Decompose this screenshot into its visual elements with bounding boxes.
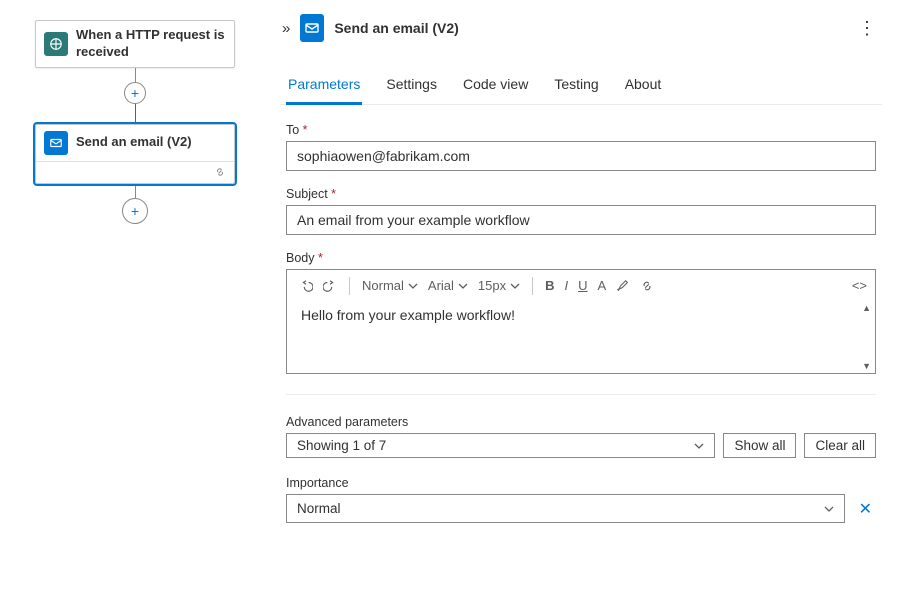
clear-all-button[interactable]: Clear all — [804, 433, 876, 458]
connector: + — [18, 68, 252, 124]
action-label: Send an email (V2) — [76, 134, 226, 151]
workflow-canvas: When a HTTP request is received + Send a… — [0, 0, 270, 600]
underline-icon[interactable]: U — [574, 276, 591, 295]
code-view-icon[interactable]: <> — [852, 278, 867, 293]
size-select[interactable]: 15px — [474, 276, 524, 295]
connection-icon — [214, 166, 226, 178]
outlook-icon — [44, 131, 68, 155]
importance-select[interactable]: Normal — [286, 494, 845, 523]
advanced-label: Advanced parameters — [286, 415, 876, 429]
advanced-params-select[interactable]: Showing 1 of 7 — [286, 433, 715, 458]
font-select[interactable]: Arial — [424, 276, 472, 295]
tab-bar: Parameters Settings Code view Testing Ab… — [280, 70, 882, 105]
connector-end: + — [18, 184, 252, 224]
divider — [286, 394, 876, 395]
highlight-icon[interactable] — [612, 277, 634, 295]
body-editor: Normal Arial 15px B I U A <> ▲ Hello fro… — [286, 269, 876, 374]
body-label: Body — [286, 251, 876, 265]
editor-toolbar: Normal Arial 15px B I U A <> — [287, 270, 875, 301]
remove-importance-icon[interactable]: ✕ — [855, 495, 876, 523]
style-select[interactable]: Normal — [358, 276, 422, 295]
add-step-end-button[interactable]: + — [122, 198, 148, 224]
scroll-down-icon: ▼ — [862, 361, 871, 371]
tab-about[interactable]: About — [623, 70, 664, 104]
italic-icon[interactable]: I — [561, 276, 573, 295]
tab-settings[interactable]: Settings — [384, 70, 439, 104]
collapse-icon[interactable]: » — [282, 20, 290, 37]
more-menu-icon[interactable]: ⋮ — [854, 18, 880, 39]
trigger-node[interactable]: When a HTTP request is received — [35, 20, 235, 68]
add-step-button[interactable]: + — [124, 82, 146, 104]
subject-label: Subject — [286, 187, 876, 201]
details-panel: » Send an email (V2) ⋮ Parameters Settin… — [270, 0, 900, 600]
undo-icon[interactable] — [295, 277, 317, 295]
tab-parameters[interactable]: Parameters — [286, 70, 362, 105]
tab-testing[interactable]: Testing — [552, 70, 600, 104]
trigger-label: When a HTTP request is received — [76, 27, 226, 61]
redo-icon[interactable] — [319, 277, 341, 295]
to-input[interactable] — [286, 141, 876, 171]
link-icon[interactable] — [636, 277, 658, 295]
node-footer — [36, 161, 234, 183]
body-textarea[interactable]: ▲ Hello from your example workflow! ▼ — [287, 301, 875, 373]
tab-code-view[interactable]: Code view — [461, 70, 530, 104]
parameters-form: To Subject Body Normal Arial 15px B I U … — [280, 105, 882, 523]
font-color-icon[interactable]: A — [594, 276, 611, 295]
to-label: To — [286, 123, 876, 137]
subject-input[interactable] — [286, 205, 876, 235]
scroll-up-icon: ▲ — [862, 303, 871, 313]
importance-label: Importance — [286, 476, 876, 490]
http-icon — [44, 32, 68, 56]
panel-title: Send an email (V2) — [334, 20, 844, 36]
outlook-icon — [300, 14, 324, 42]
show-all-button[interactable]: Show all — [723, 433, 796, 458]
bold-icon[interactable]: B — [541, 276, 558, 295]
action-node[interactable]: Send an email (V2) — [35, 124, 235, 184]
